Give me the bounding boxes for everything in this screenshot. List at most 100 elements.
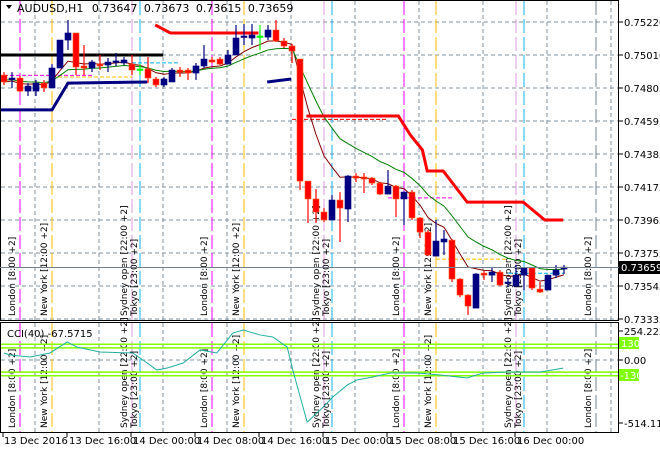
candle-body [352,175,360,179]
candle-body [304,180,312,200]
session-label-sydney: Sydney open [22:00 +2] [312,205,322,316]
session-label-london: London [8:00 +2] [584,349,594,428]
candle [168,68,176,83]
cci-label: CCI(40) -67.5715 [7,329,93,340]
chart-window[interactable]: London [8:00 +2] London [8:00 +2] New York… [0,0,660,450]
candle-body [56,39,64,69]
candle-body [344,175,352,210]
close-value: 0.73659 [248,2,294,15]
candle [496,270,504,287]
candle-body [544,274,552,291]
candle [16,76,24,93]
candle [424,230,432,257]
session-label-london: London [8:00 +2] [392,237,402,316]
level-low-label: -130 [620,371,643,382]
candle-body [32,82,40,92]
candle-body [104,61,112,66]
session-label-sydney: Sydney open [22:00 +2] [120,205,130,316]
candle-body [256,35,264,38]
symbol-label: AUDUSD,H1 [17,2,83,15]
session-label-tokyo: Tokyo [23:00 +2] [130,351,140,429]
cci-axis-zero: 0.00 [624,356,646,367]
time-axis-label: 15 Dec 16:00 [453,436,520,447]
candle-body [280,40,288,47]
candle-body [64,32,72,41]
price-axis-label: 0.74385 [624,150,660,161]
candle-body [16,77,24,92]
candle-body [400,191,408,200]
session-label-london: London [8:00 +2] [200,237,210,316]
candle-body [432,240,440,257]
candle-body [240,35,248,38]
candle-body [264,29,272,38]
candle-body [440,238,448,243]
candle-body [512,274,520,287]
candle-body [176,69,184,73]
price-axis-label: 0.73755 [624,249,660,260]
candle-body [272,29,280,42]
session-label-london: London [8:00 +2] [392,349,402,428]
candle [408,190,416,221]
price-axis-label: 0.75010 [624,51,660,62]
open-value: 0.73647 [92,2,138,15]
time-axis-label: 15 Dec 08:00 [389,436,456,447]
high-value: 0.73673 [144,2,190,15]
candle-body [232,37,240,56]
candle-body [328,199,336,221]
candle-body [448,239,456,280]
candle-body [120,59,128,64]
session-label-new_york: New York [12:00 +2] [40,335,50,428]
time-axis-label: 16 Dec 00:00 [517,436,584,447]
candle-body [80,65,88,69]
candle-body [40,82,48,89]
time-axis-label: 13 Dec 16:00 [69,436,136,447]
candle-body [96,63,104,67]
price-axis-label: 0.73335 [624,315,660,326]
session-label-tokyo: Tokyo [23:00 +2] [130,239,140,317]
current-price-label: 0.73659 [621,263,660,274]
candle-body [416,217,424,233]
candle-body [128,63,136,71]
session-label-new_york: New York [12:00 +2] [232,223,242,316]
session-label-london: London [8:00 +2] [200,349,210,428]
time-axis-label: 15 Dec 00:00 [325,436,392,447]
candle-body [360,176,368,180]
time-axis-label: 14 Dec 00:00 [133,436,200,447]
candle-body [480,272,488,276]
candle-body [208,59,216,63]
candle-body [464,294,472,307]
candle-body [136,68,144,71]
candle-body [520,267,528,276]
candle-body [536,288,544,293]
price-axis-label: 0.75220 [624,18,660,29]
candle-body [144,68,152,79]
candle-body [504,281,512,284]
candle-body [192,65,200,74]
candle-body [184,69,192,74]
candle [456,278,464,298]
chart-header: AUDUSD,H1 0.73647 0.73673 0.73615 0.7365… [17,2,293,15]
candle-body [296,58,304,182]
candle-body [48,67,56,89]
time-axis-label: 14 Dec 16:00 [261,436,328,447]
candle-body [488,271,496,276]
candle [376,182,384,196]
candle-body [376,182,384,195]
session-label-new_york: New York [12:00 +2] [40,223,50,316]
candle [528,267,536,291]
candle [448,239,456,283]
chart-canvas[interactable]: London [8:00 +2] London [8:00 +2] New York… [0,0,660,450]
cci-axis-min: -514.1127 [624,419,660,430]
candle [296,58,304,191]
candle-body [72,32,80,68]
candle-body [216,58,224,65]
session-label-new_york: New York [12:00 +2] [232,335,242,428]
price-axis-label: 0.73965 [624,216,660,227]
candle-body [112,60,120,63]
candle-body [336,199,344,209]
candle-body [160,78,168,86]
candle-body [224,54,232,65]
candle-body [320,211,328,221]
session-label-new_york: New York [12:00 +2] [424,335,434,428]
candle-body [248,34,256,39]
